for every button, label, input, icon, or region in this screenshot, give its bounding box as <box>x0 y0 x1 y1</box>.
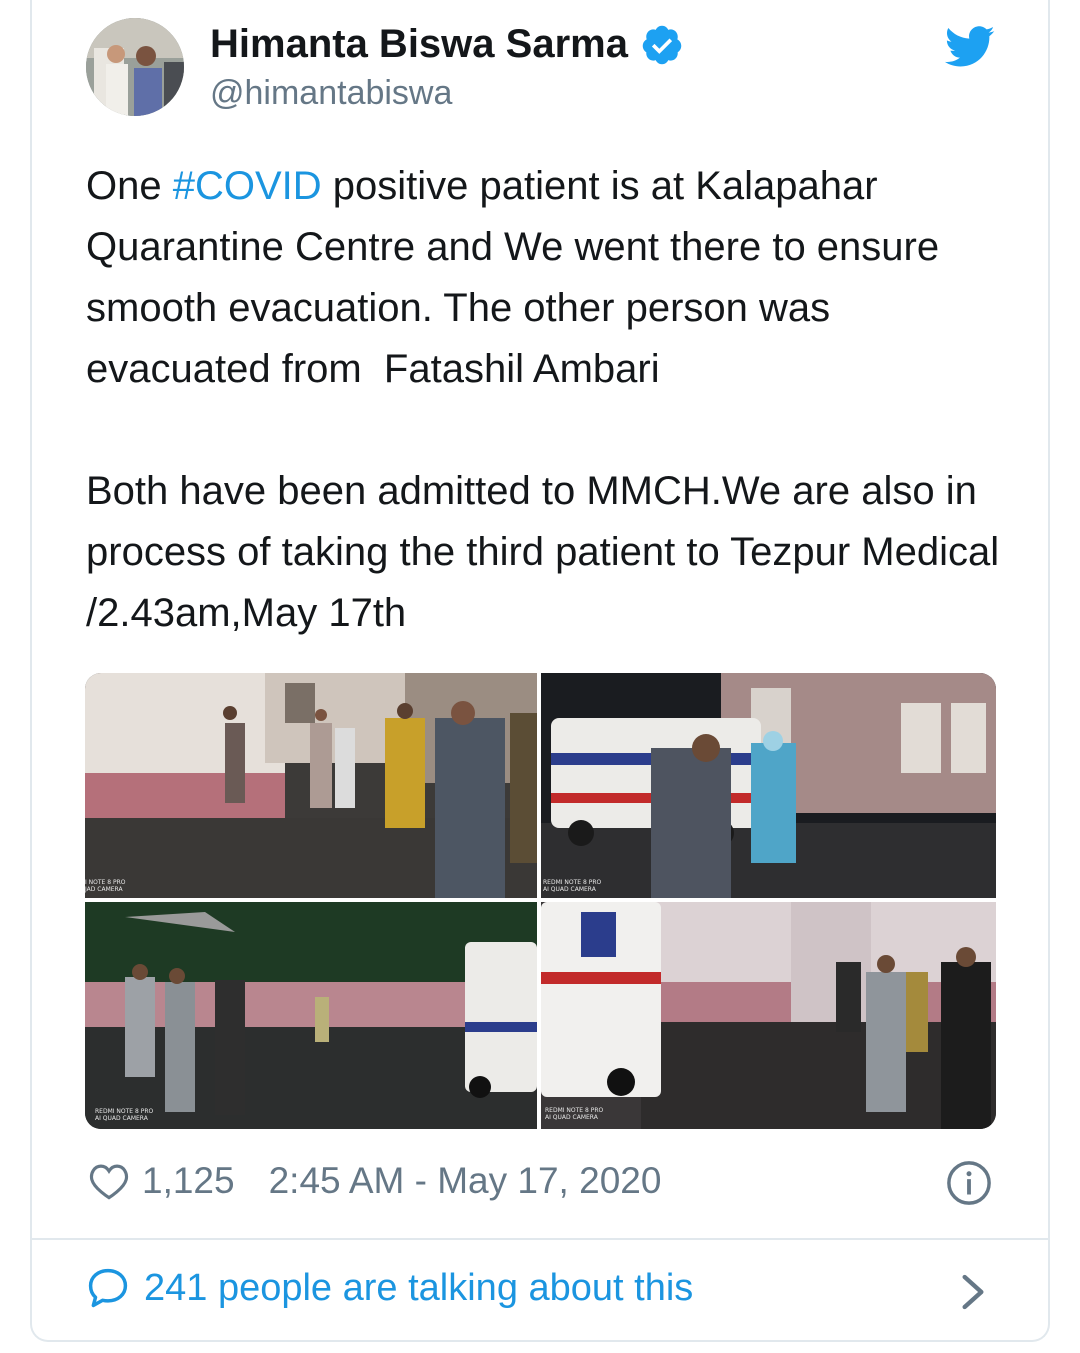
like-count[interactable]: 1,125 <box>142 1160 235 1202</box>
photo-watermark: REDMI NOTE 8 PRO AI QUAD CAMERA <box>543 879 602 893</box>
twitter-bird-icon[interactable] <box>944 26 996 68</box>
author-name-row[interactable]: Himanta Biswa Sarma <box>210 22 684 67</box>
tweet-meta-row: 1,125 2:45 AM - May 17, 2020 <box>88 1160 661 1202</box>
photo-1[interactable]: I NOTE 8 PRO JAD CAMERA <box>85 673 537 898</box>
photo-2[interactable]: REDMI NOTE 8 PRO AI QUAD CAMERA <box>541 673 996 898</box>
conversation-link[interactable]: 241 people are talking about this <box>86 1266 693 1310</box>
photo-3[interactable]: REDMI NOTE 8 PRO AI QUAD CAMERA <box>85 902 537 1129</box>
author-handle[interactable]: @himantabiswa <box>210 74 452 113</box>
verified-badge-icon <box>642 25 682 64</box>
avatar[interactable] <box>86 18 184 116</box>
hashtag-link[interactable]: #COVID <box>173 164 322 208</box>
tweet-text-body: positive patient is at Kalapahar Quarant… <box>86 164 1000 635</box>
photo-watermark: I NOTE 8 PRO JAD CAMERA <box>85 879 126 893</box>
tweet-text: One #COVID positive patient is at Kalapa… <box>86 156 1006 644</box>
photo-grid: I NOTE 8 PRO JAD CAMERA REDMI NOTE 8 PRO… <box>85 673 996 1129</box>
photo-watermark: REDMI NOTE 8 PRO AI QUAD CAMERA <box>95 1108 154 1122</box>
photo-watermark: REDMI NOTE 8 PRO AI QUAD CAMERA <box>545 1107 604 1121</box>
divider <box>30 1238 1050 1240</box>
photo-4[interactable]: REDMI NOTE 8 PRO AI QUAD CAMERA <box>541 902 996 1129</box>
heart-icon[interactable] <box>88 1161 130 1201</box>
chat-bubble-icon <box>88 1268 128 1308</box>
info-icon[interactable] <box>946 1160 992 1206</box>
tweet-text-intro: One <box>86 164 173 208</box>
chevron-right-icon[interactable] <box>958 1272 988 1312</box>
author-name[interactable]: Himanta Biswa Sarma <box>210 22 628 67</box>
conversation-label[interactable]: 241 people are talking about this <box>144 1267 693 1310</box>
tweet-timestamp[interactable]: 2:45 AM - May 17, 2020 <box>269 1160 662 1202</box>
